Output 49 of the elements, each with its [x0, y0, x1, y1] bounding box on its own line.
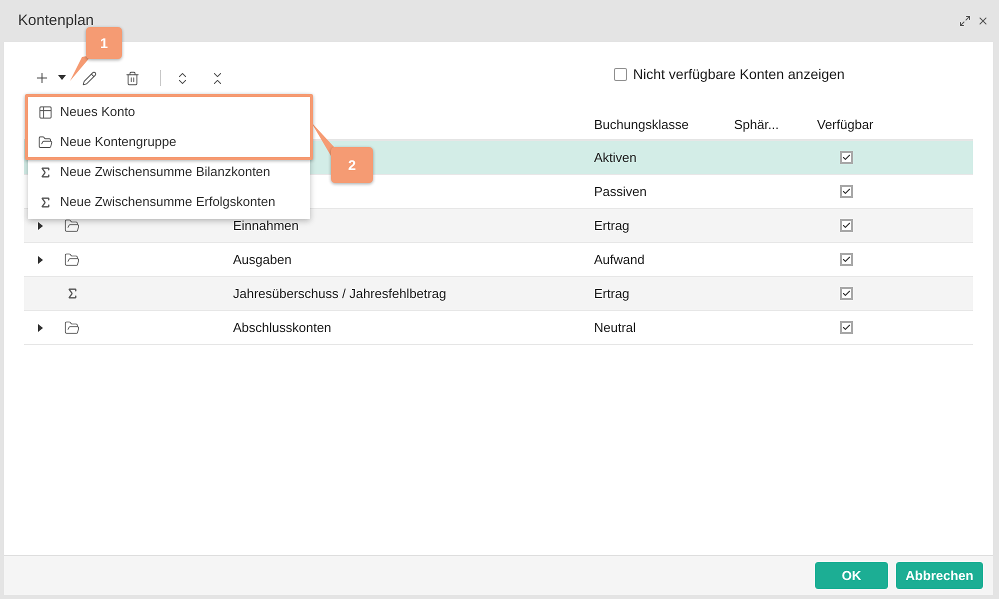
folder-icon: [64, 252, 80, 268]
callout-badge: 1: [86, 27, 122, 59]
sigma-icon: [39, 196, 52, 208]
check-icon: [842, 255, 851, 264]
check-icon: [842, 187, 851, 196]
edit-icon[interactable]: [82, 70, 97, 86]
checkbox[interactable]: [840, 321, 853, 334]
table-cell: Einnahmen: [233, 218, 299, 233]
folder-icon: [64, 218, 80, 234]
table-cell: Ausgaben: [233, 252, 292, 267]
caret-down-icon[interactable]: [58, 75, 66, 81]
column-header[interactable]: Buchungsklasse: [594, 115, 734, 135]
column-header[interactable]: Verfügbar: [817, 115, 973, 135]
folder-icon: [38, 134, 53, 150]
sigma-icon: [39, 166, 52, 178]
caret-right-icon[interactable]: [36, 324, 44, 332]
checkbox[interactable]: [840, 185, 853, 198]
table-row[interactable]: Einnahmen Ertrag: [24, 209, 973, 243]
menu-item[interactable]: Neues Konto: [28, 97, 310, 127]
table-row[interactable]: Jahresüberschuss / Jahresfehlbetrag Ertrag: [24, 277, 973, 311]
caret-right-icon[interactable]: [36, 222, 44, 230]
checkbox[interactable]: [840, 151, 853, 164]
sigma-icon: [66, 287, 78, 300]
caret-right-icon[interactable]: [36, 256, 44, 264]
close-icon[interactable]: [977, 15, 989, 27]
callout-badge: 2: [331, 147, 373, 183]
checkbox[interactable]: [840, 219, 853, 232]
table-cell-text: Ertrag: [594, 216, 630, 235]
table-cell-text: Aufwand: [594, 250, 646, 269]
checkbox[interactable]: [840, 287, 853, 300]
table-cell-text: Neutral: [594, 318, 637, 337]
table-cell-text: Ertrag: [594, 284, 630, 303]
table-cell-text: Aktiven: [594, 148, 638, 167]
resize-icon[interactable]: [959, 15, 971, 27]
check-icon: [842, 153, 851, 162]
checkbox-label: Nicht verfügbare Konten anzeigen: [633, 64, 845, 84]
check-icon: [842, 323, 851, 332]
checkbox[interactable]: [840, 253, 853, 266]
table-cell: Abschlusskonten: [233, 320, 332, 335]
table-cell: Jahresüberschuss / Jahresfehlbetrag: [233, 286, 446, 301]
check-icon: [842, 289, 851, 298]
table-cell-text: Passiven: [594, 182, 648, 201]
add-icon[interactable]: [34, 70, 50, 86]
folder-icon: [64, 320, 80, 336]
check-icon: [842, 221, 851, 230]
checkbox[interactable]: [614, 68, 627, 80]
table-icon: [38, 104, 53, 120]
delete-icon[interactable]: [125, 70, 140, 86]
column-header[interactable]: Sphär...: [734, 115, 817, 135]
